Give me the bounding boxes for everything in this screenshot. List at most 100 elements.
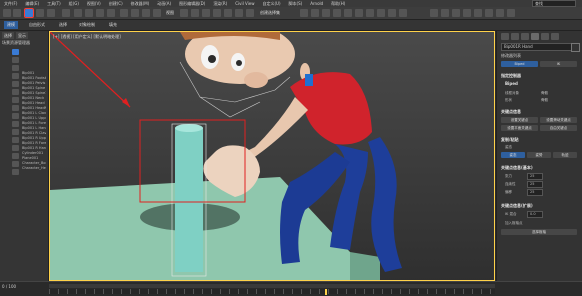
menu-rendering[interactable]: 渲染(R): [209, 1, 231, 7]
bias-field[interactable]: 25: [527, 189, 543, 196]
set-sliding-key-button[interactable]: 设置滑动关键点: [540, 117, 577, 123]
snaps-toggle-icon[interactable]: [213, 9, 221, 17]
project-folder-icon[interactable]: [463, 9, 471, 17]
menu-modifiers[interactable]: 修改器(M): [127, 1, 154, 7]
open-folder-icon[interactable]: [441, 9, 449, 17]
display-bones-icon[interactable]: [12, 113, 19, 119]
align-icon[interactable]: [311, 9, 319, 17]
bind-space-warp-icon[interactable]: [47, 9, 55, 17]
menu-edit[interactable]: 编辑(E): [21, 1, 43, 7]
track-bar[interactable]: [49, 289, 495, 294]
menu-civil-view[interactable]: Civil View: [231, 1, 258, 6]
current-frame-marker[interactable]: [325, 289, 327, 295]
select-manipulate-icon[interactable]: [191, 9, 199, 17]
set-planted-key-button[interactable]: 设置平面关键点: [501, 125, 538, 131]
selection-filter-icon[interactable]: [62, 9, 70, 17]
display-groups-icon[interactable]: [12, 97, 19, 103]
undo-icon[interactable]: [3, 9, 11, 17]
set-free-key-button[interactable]: 自由关键点: [540, 125, 577, 131]
continuity-field[interactable]: 25: [527, 181, 543, 188]
menu-graph-editors[interactable]: 图形编辑器(D): [175, 1, 209, 7]
display-frozen-icon[interactable]: [12, 129, 19, 135]
menu-group[interactable]: 组(G): [65, 1, 83, 7]
create-tab-icon[interactable]: [501, 33, 509, 40]
copy-paste-heading[interactable]: 复制/粘贴: [501, 137, 518, 143]
display-xrefs-icon[interactable]: [12, 105, 19, 111]
display-cameras-icon[interactable]: [12, 73, 19, 79]
tab-populate[interactable]: 填充: [106, 21, 120, 29]
display-geometry-icon[interactable]: [12, 49, 19, 55]
rotate-icon[interactable]: [131, 9, 139, 17]
named-selection-sets-dropdown[interactable]: 创建选择集: [260, 9, 280, 17]
invert-display-icon[interactable]: [12, 161, 19, 167]
display-none-icon[interactable]: [12, 153, 19, 159]
menu-views[interactable]: 视图(V): [83, 1, 105, 7]
display-tab-icon[interactable]: [541, 33, 549, 40]
material-editor-icon[interactable]: [366, 9, 374, 17]
display-helpers-icon[interactable]: [12, 81, 19, 87]
menu-create[interactable]: 创建(C): [105, 1, 127, 7]
display-shapes-icon[interactable]: [12, 57, 19, 63]
tab-object-paint[interactable]: 对象绘制: [76, 21, 98, 29]
set-key-button[interactable]: 设置关键点: [501, 117, 538, 123]
perspective-viewport[interactable]: [+] [透视] [用户定义] [默认明暗处理]: [49, 31, 495, 281]
select-object-icon[interactable]: [74, 9, 82, 17]
menu-help[interactable]: 帮助(H): [327, 1, 349, 7]
render-production-icon[interactable]: [399, 9, 407, 17]
select-pivot-button[interactable]: 选择枢轴: [501, 229, 577, 235]
key-info-basic-heading[interactable]: 关键点信息(基本): [501, 165, 533, 171]
pose-button[interactable]: 姿态: [501, 152, 525, 158]
modify-tab-icon[interactable]: [511, 33, 519, 40]
camera-icon[interactable]: [496, 9, 504, 17]
curve-editor-icon[interactable]: [344, 9, 352, 17]
menu-tools[interactable]: 工具(T): [43, 1, 65, 7]
schematic-view-icon[interactable]: [355, 9, 363, 17]
select-and-link-icon[interactable]: [24, 8, 34, 18]
mirror-icon[interactable]: [300, 9, 308, 17]
rendered-frame-window-icon[interactable]: [388, 9, 396, 17]
user-icon[interactable]: [507, 9, 515, 17]
render-setup-icon[interactable]: [377, 9, 385, 17]
ik-button[interactable]: IK: [540, 61, 577, 67]
posture-button[interactable]: 姿势: [527, 152, 551, 158]
percent-snap-icon[interactable]: [235, 9, 243, 17]
spinner-snap-icon[interactable]: [246, 9, 254, 17]
tab-modeling[interactable]: 建模: [4, 21, 18, 29]
display-containers-icon[interactable]: [12, 121, 19, 127]
scale-icon[interactable]: [142, 9, 150, 17]
toggle-ribbon-icon[interactable]: [333, 9, 341, 17]
assign-controller-heading[interactable]: 指定控制器: [501, 73, 521, 79]
redo-icon[interactable]: [13, 9, 21, 17]
find-icon[interactable]: [12, 169, 19, 175]
display-space-warps-icon[interactable]: [12, 89, 19, 95]
angle-snap-icon[interactable]: [224, 9, 232, 17]
save-icon[interactable]: [452, 9, 460, 17]
settings-icon[interactable]: [474, 9, 482, 17]
object-color-swatch[interactable]: [571, 43, 580, 52]
window-crossing-icon[interactable]: [107, 9, 115, 17]
menu-animation[interactable]: 动画(A): [153, 1, 175, 7]
utilities-tab-icon[interactable]: [551, 33, 559, 40]
menu-customize[interactable]: 自定义(U): [258, 1, 284, 7]
biped-button[interactable]: Biped: [501, 61, 538, 67]
menu-file[interactable]: 文件(F): [0, 1, 21, 7]
layer-explorer-icon[interactable]: [322, 9, 330, 17]
biped-rollout-heading[interactable]: Biped: [505, 81, 518, 86]
viewport-label[interactable]: [+] [透视] [用户定义] [默认明暗处理]: [53, 34, 121, 40]
hierarchy-tab-icon[interactable]: [521, 33, 529, 40]
display-all-icon[interactable]: [12, 145, 19, 151]
tension-field[interactable]: 25: [527, 173, 543, 180]
modifier-list-dropdown[interactable]: 修改器列表: [501, 53, 521, 59]
pivot-center-icon[interactable]: [180, 9, 188, 17]
rect-selection-icon[interactable]: [96, 9, 104, 17]
object-name-field[interactable]: Bip001R Hand: [501, 43, 575, 51]
place-icon[interactable]: [153, 9, 161, 17]
time-slider[interactable]: [49, 284, 495, 288]
tab-select[interactable]: 选择: [2, 32, 14, 39]
move-icon[interactable]: [120, 9, 128, 17]
display-hidden-icon[interactable]: [12, 137, 19, 143]
reference-coordinate-dropdown[interactable]: 视图: [166, 9, 174, 17]
key-info-extended-heading[interactable]: 关键点信息(扩展): [501, 203, 533, 209]
select-by-name-icon[interactable]: [85, 9, 93, 17]
tab-display[interactable]: 显示: [16, 32, 28, 39]
